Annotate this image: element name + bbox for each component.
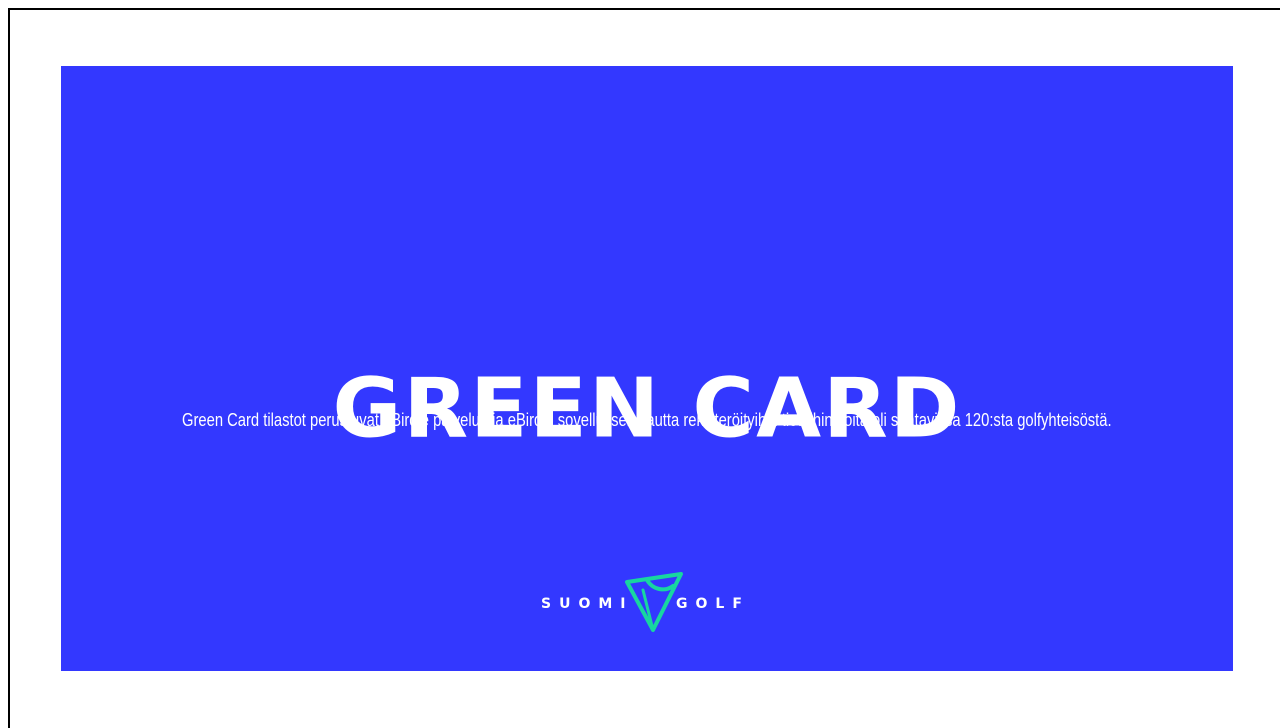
logo-left-text: SUOMI (541, 596, 634, 612)
presentation-slide: GREEN CARD Green Card tilastot perustuva… (61, 66, 1233, 671)
slide-subtitle-text: Green Card tilastot perustuvat eBirdie p… (182, 410, 1112, 430)
suomi-golf-logo: SUOMI GOLF (531, 572, 761, 642)
slide-subtitle: Green Card tilastot perustuvat eBirdie p… (61, 408, 1233, 432)
logo-right-text: GOLF (676, 596, 750, 612)
